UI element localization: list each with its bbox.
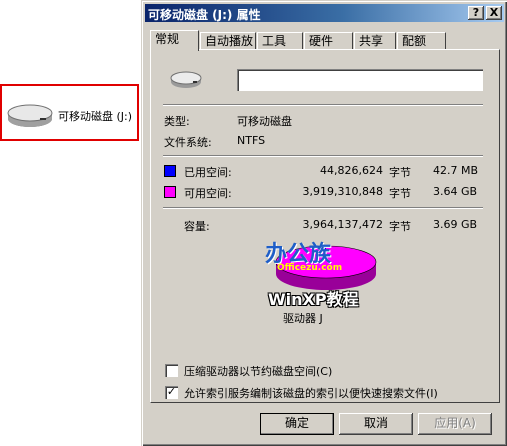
tab-autoplay[interactable]: 自动播放: [200, 32, 256, 50]
separator: [163, 155, 483, 157]
general-panel: 类型: 可移动磁盘 文件系统: NTFS 已用空间: 44,826,624 字节…: [150, 49, 500, 403]
properties-dialog: 可移动磁盘 (J:) 属性 ? X 常规 自动播放 工具 硬件 共享 配额 类型…: [141, 0, 507, 446]
help-button[interactable]: ?: [468, 6, 484, 20]
filesystem-label: 文件系统:: [164, 136, 212, 149]
tab-sharing[interactable]: 共享: [354, 32, 396, 50]
window-title: 可移动磁盘 (J:) 属性: [148, 8, 261, 22]
separator: [163, 207, 483, 209]
title-bar[interactable]: 可移动磁盘 (J:) 属性 ? X: [145, 4, 504, 22]
separator: [163, 104, 483, 106]
close-button[interactable]: X: [486, 6, 502, 20]
compress-label[interactable]: 压缩驱动器以节约磁盘空间(C): [184, 363, 332, 379]
compress-checkbox[interactable]: [165, 364, 178, 377]
removable-drive-icon: [7, 104, 53, 127]
tab-general[interactable]: 常规: [150, 30, 199, 51]
used-space-unit: 字节: [389, 166, 411, 179]
used-space-swatch: [164, 165, 176, 177]
used-space-bytes: 44,826,624: [320, 164, 383, 177]
free-space-bytes: 3,919,310,848: [302, 185, 383, 198]
free-space-label: 可用空间:: [184, 187, 232, 200]
type-value: 可移动磁盘: [237, 115, 292, 128]
volume-name-input[interactable]: [237, 69, 483, 91]
watermark-caption: WinXP教程: [268, 290, 359, 309]
capacity-size: 3.69 GB: [433, 218, 478, 231]
explorer-drive-item[interactable]: 可移动磁盘 (J:): [0, 84, 139, 141]
drive-caption: 驱动器 J: [283, 312, 323, 325]
tab-quota[interactable]: 配额: [397, 32, 446, 50]
drive-icon: [170, 71, 202, 88]
index-label[interactable]: 允许索引服务编制该磁盘的索引以便快速搜索文件(I): [184, 385, 438, 401]
ok-button[interactable]: 确定: [260, 413, 334, 435]
used-space-size: 42.7 MB: [433, 164, 479, 177]
apply-button[interactable]: 应用(A): [418, 413, 492, 435]
type-label: 类型:: [164, 115, 190, 128]
index-checkbox[interactable]: ✓: [165, 386, 178, 399]
filesystem-value: NTFS: [237, 134, 266, 147]
drive-label: 可移动磁盘 (J:): [58, 110, 133, 123]
tab-hardware[interactable]: 硬件: [304, 32, 353, 50]
watermark-site: Officezu.com: [277, 263, 343, 273]
used-space-label: 已用空间:: [184, 166, 232, 179]
free-space-unit: 字节: [389, 187, 411, 200]
free-space-swatch: [164, 186, 176, 198]
capacity-label: 容量:: [184, 220, 210, 233]
cancel-button[interactable]: 取消: [339, 413, 413, 435]
free-space-size: 3.64 GB: [433, 185, 478, 198]
tab-tools[interactable]: 工具: [257, 32, 303, 50]
